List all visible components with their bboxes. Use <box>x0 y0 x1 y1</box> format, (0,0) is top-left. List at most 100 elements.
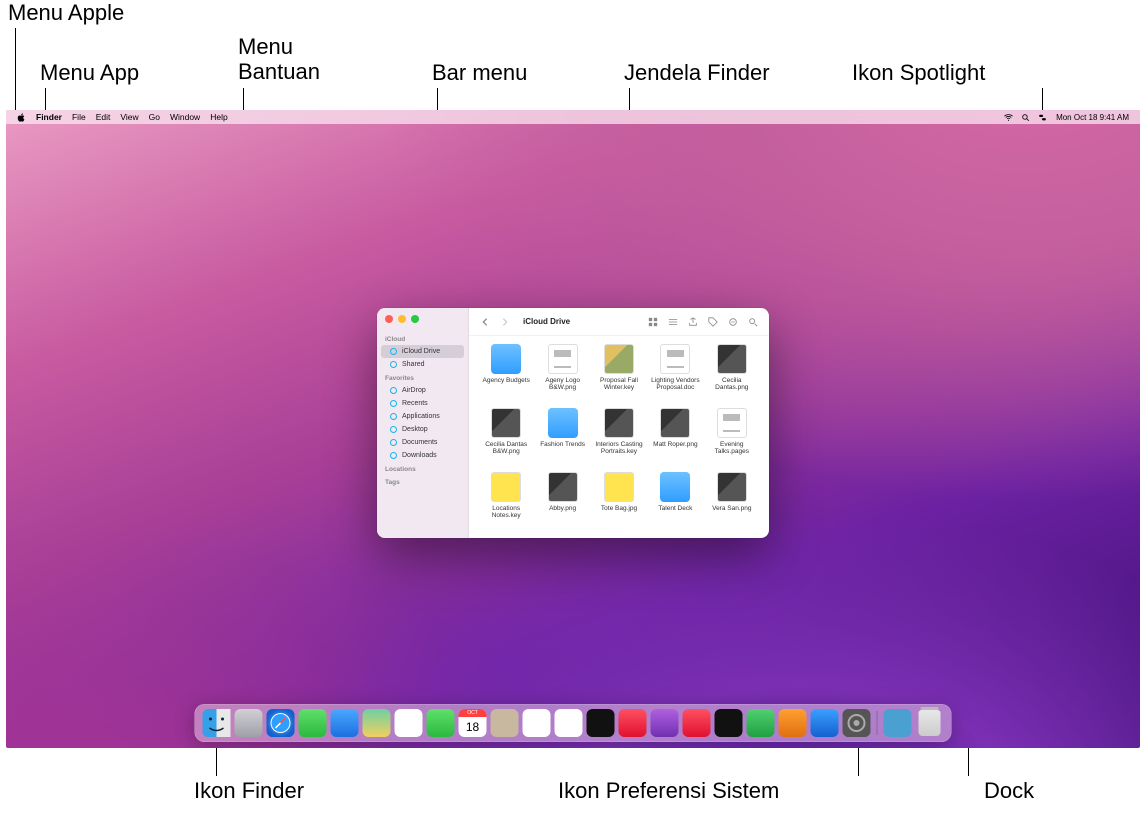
desktop-icon <box>389 425 398 434</box>
dock-podcasts-icon[interactable] <box>651 709 679 737</box>
dock-pages-icon[interactable] <box>779 709 807 737</box>
dock-contacts-icon[interactable] <box>491 709 519 737</box>
dock-mail-icon[interactable] <box>331 709 359 737</box>
sidebar-item-downloads[interactable]: Downloads <box>381 449 464 462</box>
menu-window[interactable]: Window <box>165 110 205 124</box>
back-button[interactable] <box>477 315 493 329</box>
dock-appstore-icon[interactable] <box>811 709 839 737</box>
dock-numbers-icon[interactable] <box>747 709 775 737</box>
sidebar-item-airdrop[interactable]: AirDrop <box>381 384 464 397</box>
file-item[interactable]: Proposal Fall Winter.key <box>592 344 646 406</box>
menu-help[interactable]: Help <box>205 110 232 124</box>
sidebar-item-label: Recents <box>402 400 428 407</box>
apple-menu[interactable] <box>12 110 31 124</box>
action-button[interactable] <box>725 315 741 329</box>
dock-systempreferences-icon[interactable] <box>843 709 871 737</box>
menu-go[interactable]: Go <box>144 110 165 124</box>
file-item[interactable]: Fashion Trends <box>535 408 589 470</box>
file-label: Agency Budgets <box>483 377 530 384</box>
dock-safari-icon[interactable] <box>267 709 295 737</box>
dock-finder-icon[interactable] <box>203 709 231 737</box>
file-label: Cecilia Dantas B&W.png <box>480 441 532 455</box>
anno-syspref-icon: Ikon Preferensi Sistem <box>558 778 779 803</box>
file-item[interactable]: Ageny Logo B&W.png <box>535 344 589 406</box>
dock-launchpad-icon[interactable] <box>235 709 263 737</box>
dock-separator <box>877 711 878 735</box>
file-item[interactable]: Locations Notes.key <box>479 472 533 534</box>
dock-notes-icon[interactable] <box>555 709 583 737</box>
apps-icon <box>389 412 398 421</box>
window-controls <box>385 315 419 323</box>
file-icon <box>548 472 578 502</box>
file-item[interactable]: Cecilia Dantas B&W.png <box>479 408 533 470</box>
share-button[interactable] <box>685 315 701 329</box>
dock-maps-icon[interactable] <box>363 709 391 737</box>
file-item[interactable]: Abby.png <box>535 472 589 534</box>
dock: OCT18 <box>195 704 952 742</box>
sidebar-item-documents[interactable]: Documents <box>381 436 464 449</box>
control-center-icon[interactable] <box>1034 113 1051 122</box>
file-icon <box>491 344 521 374</box>
sidebar-item-shared[interactable]: Shared <box>381 358 464 371</box>
sidebar-item-recents[interactable]: Recents <box>381 397 464 410</box>
file-icon <box>604 344 634 374</box>
dock-tv-icon[interactable] <box>587 709 615 737</box>
app-menu-finder[interactable]: Finder <box>31 110 67 124</box>
tag-button[interactable] <box>705 315 721 329</box>
anno-help-menu: Menu Bantuan <box>238 34 320 85</box>
menu-bar: Finder FileEditViewGoWindowHelp Mon Oct … <box>6 110 1140 124</box>
sidebar-item-desktop[interactable]: Desktop <box>381 423 464 436</box>
file-item[interactable]: Tote Bag.jpg <box>592 472 646 534</box>
spotlight-icon[interactable] <box>1017 113 1034 122</box>
file-label: Lighting Vendors Proposal.doc <box>649 377 701 391</box>
sidebar-item-label: Downloads <box>402 452 437 459</box>
dock-reminders-icon[interactable] <box>523 709 551 737</box>
search-button[interactable] <box>745 315 761 329</box>
anno-apple-menu: Menu Apple <box>8 0 124 25</box>
file-label: Proposal Fall Winter.key <box>593 377 645 391</box>
file-icon <box>491 472 521 502</box>
dock-downloads-icon[interactable] <box>884 709 912 737</box>
dock-trash-icon[interactable] <box>916 709 944 737</box>
dock-photos-icon[interactable] <box>395 709 423 737</box>
file-item[interactable]: Evening Talks.pages <box>705 408 759 470</box>
group-button[interactable] <box>665 315 681 329</box>
sidebar-item-icloud-drive[interactable]: iCloud Drive <box>381 345 464 358</box>
sidebar-item-label: AirDrop <box>402 387 426 394</box>
wifi-icon[interactable] <box>1000 113 1017 122</box>
file-item[interactable]: Interiors Casting Portraits.key <box>592 408 646 470</box>
file-item[interactable]: Cecilia Dantas.png <box>705 344 759 406</box>
dock-music-icon[interactable] <box>619 709 647 737</box>
menu-edit[interactable]: Edit <box>91 110 116 124</box>
close-button[interactable] <box>385 315 393 323</box>
view-icons-button[interactable] <box>645 315 661 329</box>
sidebar-heading: Tags <box>377 475 468 488</box>
menubar-clock[interactable]: Mon Oct 18 9:41 AM <box>1051 110 1134 124</box>
dock-stocks-icon[interactable] <box>715 709 743 737</box>
minimize-button[interactable] <box>398 315 406 323</box>
dock-facetime-icon[interactable] <box>427 709 455 737</box>
zoom-button[interactable] <box>411 315 419 323</box>
sidebar-item-applications[interactable]: Applications <box>381 410 464 423</box>
forward-button[interactable] <box>497 315 513 329</box>
finder-window: iCloudiCloud DriveSharedFavoritesAirDrop… <box>377 308 769 538</box>
file-label: Vera San.png <box>712 505 751 512</box>
menu-view[interactable]: View <box>115 110 143 124</box>
cloud-icon <box>389 347 398 356</box>
file-item[interactable]: Agency Budgets <box>479 344 533 406</box>
file-icon <box>604 408 634 438</box>
file-item[interactable]: Lighting Vendors Proposal.doc <box>648 344 702 406</box>
sidebar-item-label: Shared <box>402 361 425 368</box>
file-icon <box>717 344 747 374</box>
finder-title: iCloud Drive <box>517 317 576 326</box>
dock-news-icon[interactable] <box>683 709 711 737</box>
menu-file[interactable]: File <box>67 110 91 124</box>
finder-main: iCloud Drive Agency Budgets Ageny Logo B&… <box>469 308 769 538</box>
leader-help <box>243 88 244 110</box>
dock-messages-icon[interactable] <box>299 709 327 737</box>
file-item[interactable]: Vera San.png <box>705 472 759 534</box>
file-item[interactable]: Matt Roper.png <box>648 408 702 470</box>
sidebar-heading: Locations <box>377 462 468 475</box>
dock-calendar-icon[interactable]: OCT18 <box>459 709 487 737</box>
file-item[interactable]: Talent Deck <box>648 472 702 534</box>
